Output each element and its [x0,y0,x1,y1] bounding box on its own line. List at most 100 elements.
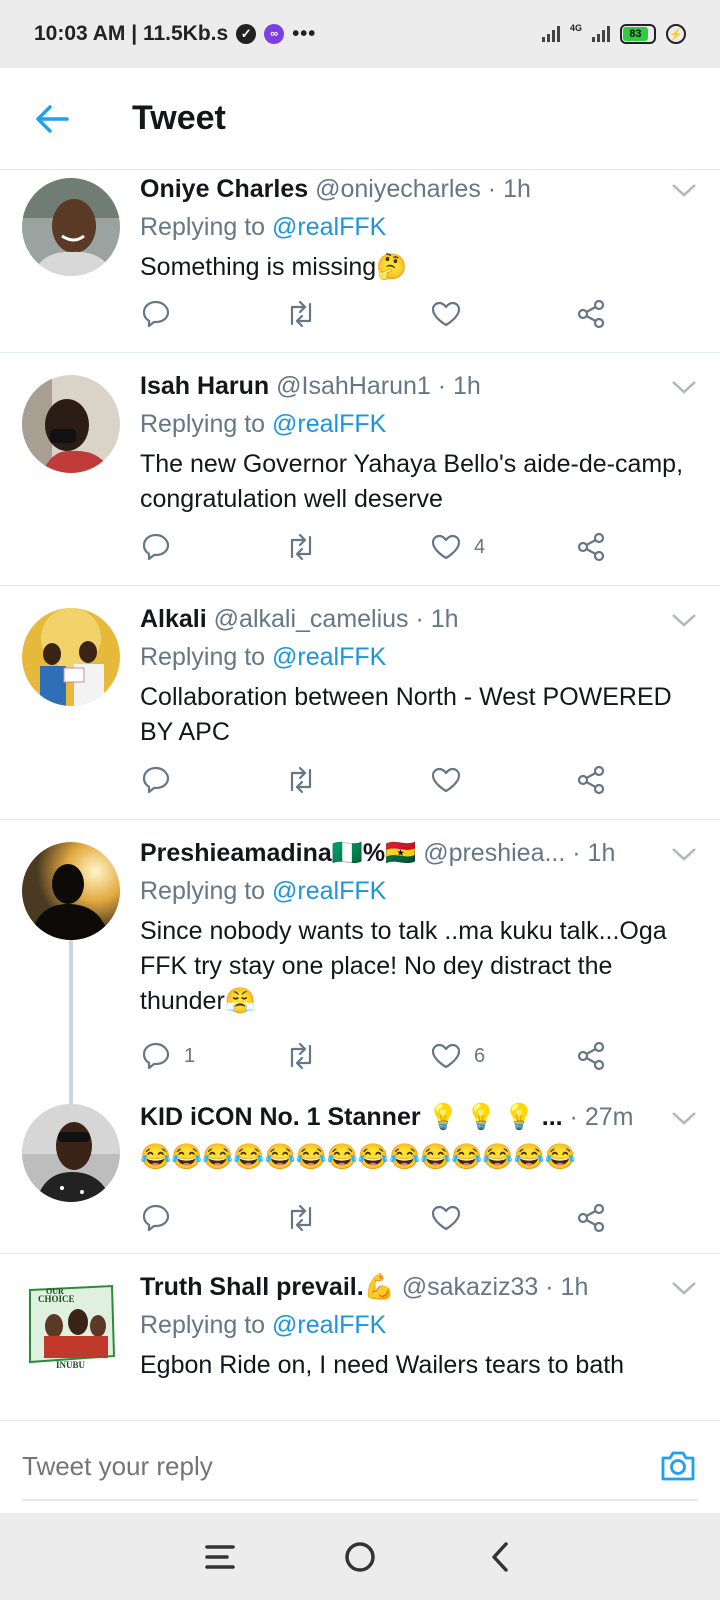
like-button[interactable] [430,298,575,330]
author-name[interactable]: Truth Shall prevail.💪 [140,1273,395,1301]
tweet-header: Alkali @alkali_camelius · 1h [140,602,700,636]
retweet-button[interactable] [285,764,430,796]
avatar[interactable] [22,178,120,276]
mention-link[interactable]: @realFFK [272,643,386,671]
tweet-item[interactable]: OUR CHOICE INUBU Truth Shall prevail.💪 @sa… [0,1254,720,1420]
replying-prefix: Replying to [140,410,266,438]
reply-button[interactable]: 1 [140,1040,285,1072]
mention-link[interactable]: @realFFK [272,1311,386,1339]
retweet-button[interactable] [285,1202,430,1234]
back-nav-button[interactable] [475,1532,525,1582]
share-icon [577,1041,605,1071]
tweet-text: The new Governor Yahaya Bello's aide-de-… [140,450,684,513]
replying-prefix: Replying to [140,1311,266,1339]
tweet-text: Collaboration between North - West POWER… [140,683,672,746]
back-button[interactable] [22,89,82,149]
mention-link[interactable]: @realFFK [272,213,386,241]
camera-icon[interactable] [658,1446,698,1486]
tweet-item[interactable]: Alkali @alkali_camelius · 1h Replying to… [0,586,720,820]
author-handle[interactable]: @alkali_camelius [214,605,409,633]
share-button[interactable] [575,298,615,330]
tweet-time: 1h [453,372,481,400]
reply-button[interactable] [140,531,285,563]
mention-link[interactable]: @realFFK [272,410,386,438]
avatar[interactable]: OUR CHOICE INUBU [22,1276,120,1374]
retweet-button[interactable] [285,531,430,563]
tweet-header: Isah Harun @IsahHarun1 · 1h [140,369,700,403]
mention-link[interactable]: @realFFK [272,877,386,905]
comment-icon [142,1204,170,1232]
retweet-button[interactable] [285,1040,430,1072]
author-name[interactable]: Alkali [140,605,207,633]
status-bar: 10:03 AM | 11.5Kb.s ✓ ∞ ••• 4G 83 ⚡ [0,0,720,68]
tweet-item[interactable]: Oniye Charles @oniyecharles · 1h Replyin… [0,170,720,353]
heart-icon [431,1043,461,1069]
replying-to: Replying to @realFFK [140,407,700,441]
author-handle[interactable]: @oniyecharles [315,175,481,203]
like-button[interactable]: 4 [430,531,575,563]
like-button[interactable] [430,1202,575,1234]
reply-button[interactable] [140,1202,285,1234]
retweet-icon [290,533,312,561]
replies-feed[interactable]: Oniye Charles @oniyecharles · 1h Replyin… [0,170,720,1420]
chevron-down-icon[interactable] [670,844,698,864]
separator-dot: · [408,605,431,633]
avatar[interactable] [22,375,120,473]
poster-text: INUBU [56,1360,86,1370]
tweet-actions: 4 [140,531,620,563]
thread-line [69,940,73,1110]
retweet-button[interactable] [285,298,430,330]
status-right: 4G 83 ⚡ [541,23,686,44]
tweet-header: Truth Shall prevail.💪 @sakaziz33 · 1h [140,1270,700,1304]
chevron-down-icon[interactable] [670,180,698,200]
author-handle[interactable]: @sakaziz33 [402,1273,539,1301]
charging-icon: ⚡ [666,24,686,44]
retweet-icon [290,1204,312,1232]
share-button[interactable] [575,1202,615,1234]
share-button[interactable] [575,764,615,796]
network-type: 4G [569,23,582,33]
chevron-down-icon[interactable] [670,1108,698,1128]
author-name[interactable]: Oniye Charles [140,175,308,203]
tweet-header: Oniye Charles @oniyecharles · 1h [140,172,700,206]
heart-icon [431,534,461,560]
share-button[interactable] [575,1040,615,1072]
menu-button[interactable] [195,1532,245,1582]
reply-input[interactable] [22,1451,602,1482]
avatar[interactable] [22,608,120,706]
retweet-icon [290,766,312,794]
tweet-text: Since nobody wants to talk ..ma kuku tal… [140,917,667,1015]
page-title: Tweet [132,99,226,137]
chevron-down-icon[interactable] [670,1278,698,1298]
like-count: 6 [474,1044,486,1067]
replying-prefix: Replying to [140,877,266,905]
reply-button[interactable] [140,764,285,796]
share-icon [577,1203,605,1233]
home-button[interactable] [335,1532,385,1582]
chevron-down-icon[interactable] [670,610,698,630]
author-name[interactable]: Preshieamadina🇳🇬%🇬🇭 [140,839,416,867]
author-handle[interactable]: @preshiea... [423,839,565,867]
share-button[interactable] [575,531,615,563]
tweet-text: 😂😂😂😂😂😂😂😂😂😂😂😂😂😂 [140,1143,576,1171]
retweet-icon [290,300,312,328]
tweet-header: Preshieamadina🇳🇬%🇬🇭 @preshiea... · 1h [140,836,700,870]
retweet-icon [290,1042,312,1070]
tweet-actions [140,298,620,330]
author-name[interactable]: Isah Harun [140,372,269,400]
tweet-item[interactable]: Preshieamadina🇳🇬%🇬🇭 @preshiea... · 1h Re… [0,820,720,1110]
like-button[interactable] [430,764,575,796]
like-button[interactable]: 6 [430,1040,575,1072]
tweet-item[interactable]: KID iCON No. 1 Stanner 💡 💡 💡 ... · 27m 😂… [0,1092,720,1254]
battery-icon: 83 [620,24,656,44]
reply-button[interactable] [140,298,285,330]
chevron-down-icon[interactable] [670,377,698,397]
home-circle-icon [345,1541,375,1572]
author-handle[interactable]: @IsahHarun1 [276,372,431,400]
author-name[interactable]: KID iCON No. 1 Stanner 💡 💡 💡 ... [140,1103,563,1131]
comment-icon [142,533,170,561]
avatar[interactable] [22,1104,120,1202]
tweet-item[interactable]: Isah Harun @IsahHarun1 · 1h Replying to … [0,353,720,586]
avatar[interactable] [22,842,120,940]
tweet-time: 1h [560,1273,589,1301]
